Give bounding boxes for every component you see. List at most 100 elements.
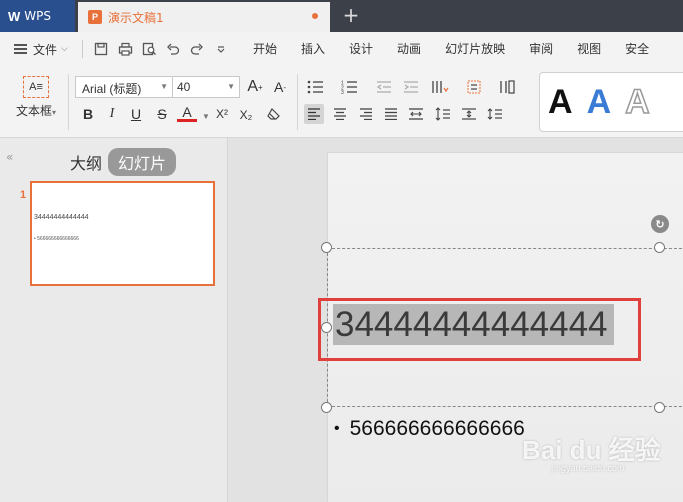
subscript-button[interactable]: X₂ bbox=[236, 105, 256, 125]
font-size-select[interactable]: 40 ▼ bbox=[172, 76, 240, 98]
print-icon bbox=[118, 42, 132, 56]
align-right-icon bbox=[360, 108, 372, 120]
line-spacing-icon bbox=[435, 107, 450, 121]
resize-handle[interactable] bbox=[654, 242, 665, 253]
title-bar: W WPS P 演示文稿1 + bbox=[0, 0, 683, 32]
resize-handle[interactable] bbox=[321, 402, 332, 413]
wps-home-label: WPS bbox=[24, 9, 51, 23]
undo-button[interactable] bbox=[163, 40, 183, 58]
font-color-button[interactable]: A bbox=[177, 104, 197, 122]
shrink-font-button[interactable]: A- bbox=[270, 77, 290, 97]
decrease-indent-button[interactable] bbox=[374, 77, 394, 97]
tab-slideshow[interactable]: 幻灯片放映 bbox=[433, 32, 517, 66]
eraser-icon bbox=[267, 108, 280, 120]
tab-animation[interactable]: 动画 bbox=[385, 32, 433, 66]
shrink-font-icon: A bbox=[273, 79, 284, 95]
text-style-gallery[interactable]: A A A bbox=[539, 72, 683, 132]
bold-button[interactable]: B bbox=[78, 104, 98, 124]
font-size-value: 40 bbox=[177, 80, 191, 94]
clear-format-button[interactable] bbox=[264, 104, 284, 124]
thumbnail-title: 34444444444444 bbox=[34, 214, 89, 221]
slide-number: 1 bbox=[20, 189, 27, 201]
superscript-button[interactable]: X² bbox=[212, 104, 232, 124]
watermark: Bai du 经验 jingyan.baidu.com bbox=[522, 430, 661, 473]
document-tab[interactable]: P 演示文稿1 bbox=[78, 2, 330, 32]
align-center-icon bbox=[334, 108, 346, 120]
align-center-button[interactable] bbox=[330, 104, 350, 124]
textbox-label: 文本框 bbox=[15, 104, 52, 118]
redo-icon bbox=[190, 43, 203, 55]
tab-outline[interactable]: 大纲 bbox=[70, 150, 102, 174]
justify-button[interactable] bbox=[381, 104, 401, 124]
italic-button[interactable]: I bbox=[102, 104, 122, 124]
print-preview-icon bbox=[142, 42, 156, 56]
new-tab-button[interactable]: + bbox=[340, 3, 362, 27]
body-text-content: 566666666666666 bbox=[349, 417, 525, 440]
file-menu[interactable]: 文件 ⌵ bbox=[0, 41, 82, 58]
resize-handle[interactable] bbox=[321, 242, 332, 253]
resize-handle[interactable] bbox=[654, 402, 665, 413]
justify-icon bbox=[385, 108, 397, 120]
grow-font-icon: A bbox=[247, 78, 258, 95]
text-direction-button[interactable] bbox=[430, 77, 450, 97]
text-style-blue[interactable]: A bbox=[587, 85, 612, 119]
watermark-main: Bai du 经验 bbox=[522, 435, 661, 465]
increase-indent-button[interactable] bbox=[401, 77, 421, 97]
distribute-button[interactable] bbox=[406, 104, 426, 124]
numbered-list-button[interactable]: 123 bbox=[340, 77, 360, 97]
print-preview-button[interactable] bbox=[139, 40, 159, 58]
paragraph-spacing-button[interactable] bbox=[459, 104, 479, 124]
slide-body-text[interactable]: • 566666666666666 bbox=[334, 417, 525, 441]
file-menu-label: 文件 bbox=[33, 42, 58, 57]
tab-view[interactable]: 视图 bbox=[565, 32, 613, 66]
paragraph-icon bbox=[487, 108, 502, 120]
align-text-button[interactable] bbox=[466, 77, 486, 97]
save-button[interactable] bbox=[91, 40, 111, 58]
wps-home-tab[interactable]: W WPS bbox=[0, 0, 75, 32]
line-spacing-button[interactable] bbox=[433, 104, 453, 124]
chevron-down-icon: ▼ bbox=[227, 82, 235, 91]
chevron-down-icon: ▼ bbox=[160, 82, 168, 91]
text-style-outline[interactable]: A bbox=[624, 84, 650, 120]
paragraph-settings-button[interactable] bbox=[486, 104, 506, 124]
grow-font-button[interactable]: A + bbox=[245, 77, 265, 97]
print-button[interactable] bbox=[115, 40, 135, 58]
annotation-highlight bbox=[318, 298, 641, 361]
align-left-button[interactable] bbox=[304, 104, 324, 124]
paragraph-spacing-icon bbox=[462, 108, 476, 120]
textbox-button[interactable]: A≡ 文本框▾ bbox=[8, 76, 64, 119]
align-right-button[interactable] bbox=[356, 104, 376, 124]
redo-button[interactable] bbox=[187, 40, 207, 58]
tab-review[interactable]: 审阅 bbox=[517, 32, 565, 66]
undo-icon bbox=[167, 43, 180, 55]
strikethrough-button[interactable]: S bbox=[152, 104, 172, 124]
bullet-list-icon bbox=[307, 80, 323, 94]
document-tab-title: 演示文稿1 bbox=[108, 10, 164, 25]
tab-insert[interactable]: 插入 bbox=[289, 32, 337, 66]
wps-logo-icon: W bbox=[8, 8, 21, 24]
indent-icon bbox=[404, 81, 418, 93]
align-left-icon bbox=[308, 108, 320, 120]
tab-design[interactable]: 设计 bbox=[337, 32, 385, 66]
svg-text:3: 3 bbox=[341, 90, 344, 94]
columns-button[interactable] bbox=[498, 77, 518, 97]
numbered-list-icon: 123 bbox=[341, 81, 357, 94]
font-name-select[interactable]: Arial (标题) ▼ bbox=[75, 76, 173, 98]
slide-thumbnail[interactable]: 34444444444444 • 566666666666666 bbox=[30, 181, 215, 286]
underline-button[interactable]: U bbox=[126, 104, 146, 124]
text-style-black[interactable]: A bbox=[548, 85, 573, 119]
slides-panel: « 大纲 幻灯片 1 34444444444444 • 566666666666… bbox=[0, 138, 228, 502]
quick-access-toolbar bbox=[82, 40, 231, 58]
ribbon-toolbar: A≡ 文本框▾ Arial (标题) ▼ 40 ▼ A + A- B I U S … bbox=[0, 66, 683, 138]
tab-security[interactable]: 安全 bbox=[613, 32, 661, 66]
distribute-icon bbox=[409, 108, 423, 120]
tab-home[interactable]: 开始 bbox=[241, 32, 289, 66]
menu-bar: 文件 ⌵ 开始 插入 设计 动画 幻灯片放映 审阅 视图 安全 bbox=[0, 32, 683, 66]
tab-slides[interactable]: 幻灯片 bbox=[108, 148, 177, 176]
bullet-list-button[interactable] bbox=[306, 77, 326, 97]
collapse-panel-icon[interactable]: « bbox=[6, 150, 13, 164]
text-direction-icon bbox=[432, 81, 449, 93]
customize-toolbar-button[interactable] bbox=[211, 40, 231, 58]
textbox-icon: A≡ bbox=[23, 76, 49, 98]
rotate-handle-icon[interactable]: ↻ bbox=[651, 215, 669, 233]
